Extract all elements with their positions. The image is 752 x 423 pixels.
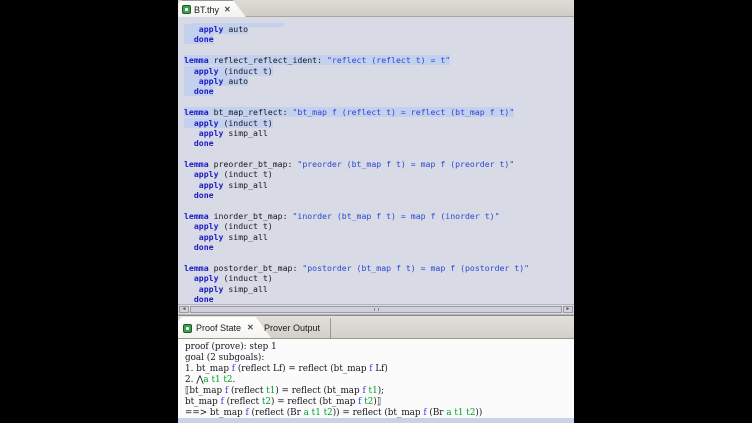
isabelle-ide-window: BT.thy ✕ apply auto done lemma reflect_re… bbox=[178, 0, 574, 423]
code-line[interactable]: done bbox=[184, 86, 574, 96]
code-line[interactable]: apply (induct t) bbox=[184, 66, 574, 76]
code-line[interactable]: done bbox=[184, 138, 574, 148]
code-line[interactable] bbox=[184, 97, 574, 107]
code-line[interactable]: apply (induct t) bbox=[184, 118, 574, 128]
code-line[interactable]: done bbox=[184, 294, 574, 304]
editor-tab-label: BT.thy bbox=[194, 5, 219, 15]
letterbox-left bbox=[0, 0, 178, 423]
code-line[interactable]: done bbox=[184, 242, 574, 252]
proof-state-tab-label: Proof State bbox=[196, 323, 241, 333]
code-line[interactable] bbox=[184, 45, 574, 55]
proof-line: 1. bt_map f (reflect Lf) = reflect (bt_m… bbox=[185, 364, 574, 375]
code-line[interactable]: apply simp_all bbox=[184, 128, 574, 138]
proof-line: bt_map f (reflect t2) = reflect (bt_map … bbox=[185, 397, 574, 408]
proof-state-output: proof (prove): step 1goal (2 subgoals):1… bbox=[185, 342, 574, 419]
scroll-right-arrow-icon[interactable]: ► bbox=[563, 306, 573, 313]
close-icon[interactable]: ✕ bbox=[224, 6, 231, 14]
code-line[interactable]: apply (induct t) bbox=[184, 221, 574, 231]
code-line[interactable]: apply auto bbox=[184, 76, 574, 86]
prover-output-tab-label: Prover Output bbox=[264, 323, 320, 333]
code-line[interactable] bbox=[184, 201, 574, 211]
code-line[interactable] bbox=[184, 253, 574, 263]
proof-state-panel: proof (prove): step 1goal (2 subgoals):1… bbox=[178, 338, 574, 423]
code-line[interactable] bbox=[184, 149, 574, 159]
proof-line: goal (2 subgoals): bbox=[185, 353, 574, 364]
code-line[interactable]: apply (induct t) bbox=[184, 169, 574, 179]
code-line[interactable]: lemma bt_map_reflect: "bt_map f (reflect… bbox=[184, 107, 574, 117]
code-line[interactable]: apply auto bbox=[184, 24, 574, 34]
code-line[interactable]: apply simp_all bbox=[184, 180, 574, 190]
editor-lines: apply auto done lemma reflect_reflect_ide… bbox=[184, 19, 574, 304]
proof-line: proof (prove): step 1 bbox=[185, 342, 574, 353]
code-line[interactable]: done bbox=[184, 34, 574, 44]
scroll-left-arrow-icon[interactable]: ◄ bbox=[179, 306, 189, 313]
code-line[interactable]: apply simp_all bbox=[184, 284, 574, 294]
panel-bottom-strip bbox=[178, 418, 574, 423]
letterbox-right bbox=[574, 0, 752, 423]
tab-prover-output[interactable]: Prover Output bbox=[254, 318, 331, 338]
proof-line: 2. ⋀a t1 t2. bbox=[185, 375, 574, 386]
horizontal-scrollbar[interactable]: ◄ ► bbox=[178, 304, 574, 315]
code-line[interactable]: lemma postorder_bt_map: "postorder (bt_m… bbox=[184, 263, 574, 273]
theory-file-icon bbox=[182, 5, 191, 14]
code-line[interactable]: lemma inorder_bt_map: "inorder (bt_map f… bbox=[184, 211, 574, 221]
code-line[interactable]: lemma reflect_reflect_ident: "reflect (r… bbox=[184, 55, 574, 65]
code-editor[interactable]: apply auto done lemma reflect_reflect_ide… bbox=[178, 17, 574, 304]
scrollbar-thumb[interactable] bbox=[190, 306, 562, 313]
proof-state-icon bbox=[183, 324, 192, 333]
close-icon[interactable]: ✕ bbox=[247, 324, 254, 332]
proof-line: ⟦bt_map f (reflect t1) = reflect (bt_map… bbox=[185, 386, 574, 397]
code-line[interactable]: done bbox=[184, 190, 574, 200]
code-line[interactable]: apply simp_all bbox=[184, 232, 574, 242]
tab-bt-thy[interactable]: BT.thy ✕ bbox=[178, 0, 247, 18]
scrollbar-grip bbox=[374, 308, 379, 311]
code-line[interactable]: apply (induct t) bbox=[184, 273, 574, 283]
editor-tab-bar: BT.thy ✕ bbox=[178, 0, 574, 17]
code-line[interactable]: lemma preorder_bt_map: "preorder (bt_map… bbox=[184, 159, 574, 169]
bottom-tab-bar: Proof State ✕ Prover Output bbox=[178, 315, 574, 338]
